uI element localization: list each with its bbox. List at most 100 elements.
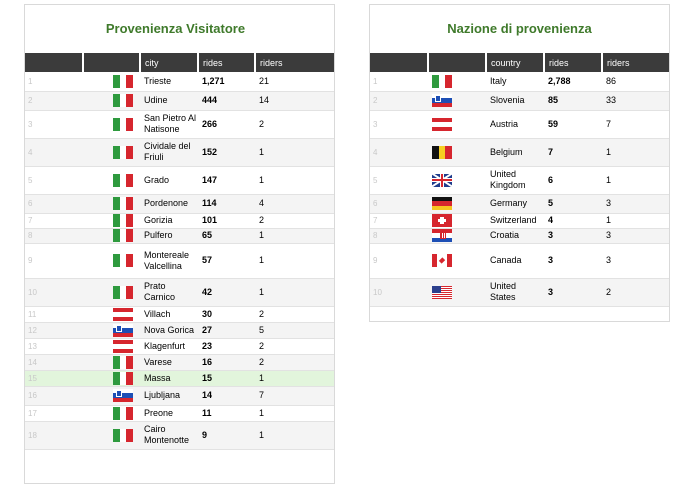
table-row[interactable]: 10 Prato Carnico 42 1 — [25, 278, 334, 306]
country-column-header[interactable]: country — [485, 53, 544, 72]
city-cell[interactable]: Montereale Valcellina — [140, 243, 198, 278]
flag-cell — [428, 243, 486, 278]
row-index: 13 — [28, 341, 37, 351]
row-index: 2 — [28, 96, 33, 105]
city-cell[interactable]: Pulfero — [140, 228, 198, 243]
flag-cell — [83, 338, 140, 354]
usa-flag-icon — [432, 285, 452, 299]
city-cell[interactable]: Nova Gorica — [140, 322, 198, 338]
italy-flag-icon — [113, 94, 133, 107]
table-row[interactable]: 8 Pulfero 65 1 — [25, 228, 334, 243]
flag-cell — [83, 110, 140, 138]
rides-cell: 15 — [202, 372, 213, 383]
country-cell[interactable]: Canada — [486, 243, 544, 278]
country-cell[interactable]: Belgium — [486, 138, 544, 166]
rides-column-header[interactable]: rides — [543, 53, 602, 72]
city-cell[interactable]: Cividale del Friuli — [140, 138, 198, 166]
italy-flag-icon — [113, 406, 133, 420]
riders-cell: 2 — [259, 118, 265, 129]
flag-cell — [83, 166, 140, 194]
table-row[interactable]: 9 Montereale Valcellina 57 1 — [25, 243, 334, 278]
riders-cell: 1 — [606, 146, 612, 157]
table-row[interactable]: 14 Varese 16 2 — [25, 354, 334, 370]
flag-cell — [83, 386, 140, 405]
rides-cell: 3 — [548, 230, 554, 240]
table-row[interactable]: 16 Ljubljana 14 7 — [25, 386, 334, 405]
city-cell[interactable]: Villach — [140, 306, 198, 322]
city-cell[interactable]: Massa — [140, 370, 198, 386]
table-row[interactable]: 6 Pordenone 114 4 — [25, 194, 334, 213]
riders-cell: 86 — [606, 75, 617, 86]
country-cell[interactable]: United States — [486, 278, 544, 306]
table-row[interactable]: 10 United States 3 2 — [370, 278, 669, 306]
croatia-flag-icon — [432, 229, 452, 242]
row-index: 16 — [28, 391, 37, 400]
table-row[interactable]: 2 Slovenia 85 33 — [370, 91, 669, 110]
rides-cell: 266 — [202, 118, 218, 129]
city-cell[interactable]: Preone — [140, 405, 198, 421]
table-row[interactable]: 7 Gorizia 101 2 — [25, 213, 334, 228]
rides-cell: 16 — [202, 356, 213, 367]
table-row[interactable]: 6 Germany 5 3 — [370, 194, 669, 213]
city-cell[interactable]: Pordenone — [140, 194, 198, 213]
country-cell[interactable]: United Kingdom — [486, 166, 544, 194]
city-cell[interactable]: Varese — [140, 354, 198, 370]
rides-cell: 9 — [202, 429, 208, 440]
flag-cell — [428, 110, 486, 138]
flag-cell — [83, 405, 140, 421]
table-row[interactable]: 7 Switzerland 4 1 — [370, 213, 669, 228]
riders-column-header[interactable]: riders — [254, 53, 334, 72]
table-row[interactable]: 2 Udine 444 14 — [25, 91, 334, 110]
table-row[interactable]: 5 United Kingdom 6 1 — [370, 166, 669, 194]
flag-cell — [83, 194, 140, 213]
riders-cell: 2 — [259, 340, 265, 351]
city-cell[interactable]: Gorizia — [140, 213, 198, 228]
city-column-header[interactable]: city — [139, 53, 198, 72]
table-row[interactable]: 3 Austria 59 7 — [370, 110, 669, 138]
city-cell[interactable]: Prato Carnico — [140, 278, 198, 306]
riders-cell: 7 — [259, 390, 265, 400]
city-cell[interactable]: San Pietro Al Natisone — [140, 110, 198, 138]
city-cell[interactable]: Ljubljana — [140, 386, 198, 405]
table-row[interactable]: 11 Villach 30 2 — [25, 306, 334, 322]
country-cell[interactable]: Slovenia — [486, 91, 544, 110]
rides-column-header[interactable]: rides — [197, 53, 255, 72]
table-row[interactable]: 9 Canada 3 3 — [370, 243, 669, 278]
rides-cell: 23 — [202, 340, 213, 351]
country-cell[interactable]: Switzerland — [486, 213, 544, 228]
table-row[interactable]: 18 Cairo Montenotte 9 1 — [25, 421, 334, 449]
table-row[interactable]: 4 Belgium 7 1 — [370, 138, 669, 166]
table-row[interactable]: 5 Grado 147 1 — [25, 166, 334, 194]
country-cell[interactable]: Austria — [486, 110, 544, 138]
table-row[interactable]: 4 Cividale del Friuli 152 1 — [25, 138, 334, 166]
city-cell[interactable]: Grado — [140, 166, 198, 194]
city-cell[interactable]: Udine — [140, 91, 198, 110]
city-table: city rides riders 1 Trieste 1,271 21 2 Udine 4… — [25, 53, 334, 450]
city-cell[interactable]: Trieste — [140, 72, 198, 91]
flag-cell — [428, 228, 486, 243]
rides-cell: 101 — [202, 215, 218, 225]
riders-cell: 2 — [259, 308, 265, 319]
italy-flag-icon — [113, 229, 133, 242]
table-row[interactable]: 8 Croatia 3 3 — [370, 228, 669, 243]
riders-cell: 1 — [259, 230, 265, 240]
riders-cell: 1 — [259, 372, 265, 383]
country-cell[interactable]: Italy — [486, 72, 544, 91]
city-cell[interactable]: Cairo Montenotte — [140, 421, 198, 449]
row-index: 1 — [28, 76, 33, 86]
riders-column-header[interactable]: riders — [601, 53, 669, 72]
city-cell[interactable]: Klagenfurt — [140, 338, 198, 354]
belgium-flag-icon — [432, 145, 452, 159]
table-row[interactable]: 17 Preone 11 1 — [25, 405, 334, 421]
austria-flag-icon — [113, 307, 133, 321]
row-index: 18 — [28, 430, 37, 440]
table-row[interactable]: 1 Trieste 1,271 21 — [25, 72, 334, 91]
table-row[interactable]: 12 Nova Gorica 27 5 — [25, 322, 334, 338]
table-row[interactable]: 15 Massa 15 1 — [25, 370, 334, 386]
table-row[interactable]: 13 Klagenfurt 23 2 — [25, 338, 334, 354]
italy-flag-icon — [113, 173, 133, 187]
country-cell[interactable]: Croatia — [486, 228, 544, 243]
table-row[interactable]: 3 San Pietro Al Natisone 266 2 — [25, 110, 334, 138]
country-cell[interactable]: Germany — [486, 194, 544, 213]
table-row[interactable]: 1 Italy 2,788 86 — [370, 72, 669, 91]
